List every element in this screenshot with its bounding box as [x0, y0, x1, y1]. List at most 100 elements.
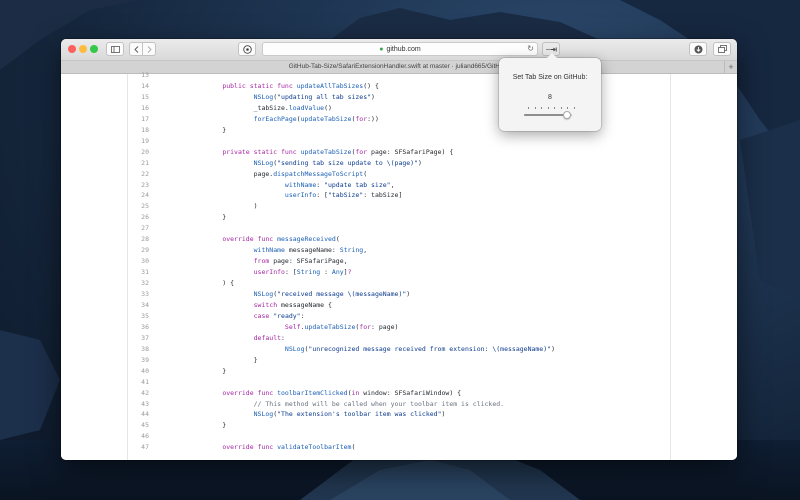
code-text: } [191, 213, 227, 222]
code-text: page.dispatchMessageToScript( [191, 169, 368, 178]
line-number: 29 [141, 246, 149, 255]
line-number: 36 [141, 322, 149, 331]
line-number: 26 [141, 213, 149, 222]
code-text: NSLog("updating all tab sizes") [253, 92, 375, 101]
code-text: withName messageName: String, [253, 246, 368, 255]
sidebar-button[interactable] [106, 42, 124, 56]
line-number: 23 [141, 180, 149, 189]
line-number: 19 [141, 136, 149, 145]
code-text: // This method will be called when your … [253, 399, 505, 408]
tab-title[interactable]: GitHub-Tab-Size/SafariExtensionHandler.s… [289, 63, 510, 70]
back-button[interactable] [129, 42, 143, 56]
slider-tick [567, 107, 569, 109]
download-icon [694, 45, 702, 53]
code-text: ) { [191, 279, 235, 288]
code-text: NSLog("unrecognized message received fro… [284, 344, 555, 353]
forward-button[interactable] [142, 42, 156, 56]
toolbar: ● github.com ↻ [61, 39, 737, 61]
line-number: 13 [141, 71, 149, 79]
zoom-window-button[interactable] [90, 45, 98, 53]
slider-tick [560, 107, 562, 109]
line-number: 37 [141, 333, 149, 342]
code-text: case "ready": [253, 311, 305, 320]
reload-icon[interactable]: ↻ [527, 44, 534, 53]
line-number: 39 [141, 355, 149, 364]
downloads-button[interactable] [689, 42, 707, 56]
sidebar-icon [110, 45, 120, 53]
code-text: default: [253, 333, 285, 342]
slider-fill [524, 114, 568, 116]
line-number: 44 [141, 410, 149, 419]
code-text: userInfo: [String : Any]? [253, 268, 352, 277]
line-number: 27 [141, 224, 149, 233]
line-number: 32 [141, 279, 149, 288]
extension-button[interactable] [238, 42, 256, 56]
code-text: } [191, 125, 227, 134]
line-number: 18 [141, 125, 149, 134]
code-text: override func messageReceived( [222, 235, 340, 244]
popover-title: Set Tab Size on GitHub: [512, 74, 588, 81]
line-number: 30 [141, 257, 149, 266]
right-border [670, 74, 671, 460]
line-number: 42 [141, 388, 149, 397]
line-number: 16 [141, 103, 149, 112]
code-text: public static func updateAllTabSizes() { [222, 81, 379, 90]
line-number: 14 [141, 81, 149, 90]
code-text: } [191, 355, 258, 364]
code-text: override func validateToolbarItem( [222, 443, 356, 452]
chevron-right-icon [147, 45, 152, 53]
code-text: NSLog("The extension's toolbar item was … [253, 410, 446, 419]
code-text: userInfo: ["tabSize": tabSize] [284, 191, 403, 200]
slider-tick [554, 107, 556, 109]
code-text: forEachPage(updateTabSize(for:)) [253, 114, 379, 123]
new-tab-button[interactable]: + [724, 61, 737, 73]
page-content: 13 14 public static func updateAllTabSize… [61, 71, 737, 460]
code-text: } [191, 366, 227, 375]
code-text: NSLog("received message \(messageName)") [253, 290, 411, 298]
slider-tick [534, 107, 536, 109]
tabs-overview-icon [717, 45, 727, 53]
plus-icon: + [728, 62, 734, 72]
code-text: private static func updateTabSize(for pa… [222, 147, 454, 156]
close-window-button[interactable] [68, 45, 76, 53]
slider-ticks [528, 107, 575, 110]
slider-tick [541, 107, 543, 109]
line-number: 47 [141, 443, 149, 452]
tab-size-value: 8 [548, 94, 552, 101]
line-number: 45 [141, 421, 149, 430]
slider-tick [574, 107, 575, 109]
safari-window: ● github.com ↻ GitHub-Tab-Size/SafariExt… [61, 39, 737, 460]
tab-overview-button[interactable] [713, 42, 731, 56]
slider-tick [528, 107, 529, 109]
line-number: 28 [141, 235, 149, 244]
code-text: Self.updateTabSize(for: page) [284, 322, 399, 331]
line-number: 15 [141, 92, 149, 101]
tab-bar: GitHub-Tab-Size/SafariExtensionHandler.s… [61, 61, 737, 74]
code-text: withName: "update tab size", [284, 180, 395, 189]
line-number: 17 [141, 114, 149, 123]
line-number: 20 [141, 147, 149, 156]
code-text: } [191, 421, 227, 430]
line-number: 34 [141, 300, 149, 309]
line-number: 25 [141, 202, 149, 211]
url-host: github.com [386, 45, 421, 53]
line-number: 40 [141, 366, 149, 375]
tab-size-icon [545, 47, 557, 51]
line-number: 41 [141, 377, 149, 386]
code-text: from page: SFSafariPage, [253, 257, 348, 266]
tab-size-popover: Set Tab Size on GitHub: 8 [499, 53, 601, 131]
compass-icon [242, 44, 252, 54]
code-text: NSLog("sending tab size update to \(page… [253, 158, 422, 167]
line-number: 24 [141, 191, 149, 200]
slider-thumb[interactable] [563, 111, 572, 119]
line-number: 46 [141, 432, 149, 441]
chevron-left-icon [133, 45, 138, 53]
code-text: ) [191, 202, 258, 211]
line-number: 31 [141, 268, 149, 277]
lock-icon: ● [379, 45, 384, 53]
code-text: _tabSize.loadValue() [191, 103, 332, 112]
code-text: switch messageName { [253, 300, 332, 309]
minimize-window-button[interactable] [79, 45, 87, 53]
address-bar[interactable]: ● github.com ↻ [262, 42, 538, 56]
line-number: 38 [141, 344, 149, 353]
